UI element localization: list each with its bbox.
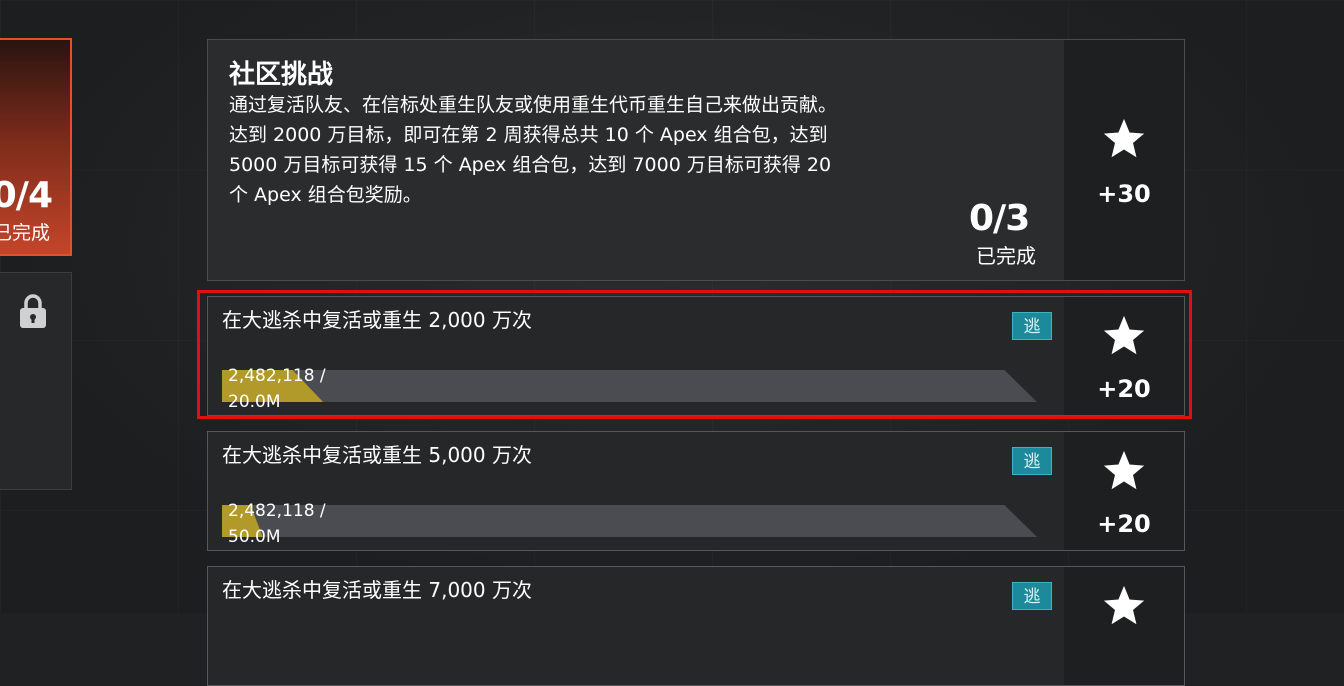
card-title: 社区挑战: [229, 60, 334, 90]
star-icon: [1103, 585, 1145, 625]
star-icon: [1103, 118, 1145, 158]
star-icon: [1103, 450, 1145, 490]
reward-value: +20: [1097, 510, 1151, 538]
progress-bar: [222, 505, 1037, 537]
side-status: 已完成: [0, 222, 50, 244]
card-description: 通过复活队友、在信标处重生队友或使用重生代币重生自己来做出贡献。达到 2000 …: [229, 94, 838, 206]
challenge-title: 在大逃杀中复活或重生 7,000 万次: [222, 578, 532, 602]
reward-column: +20: [1064, 432, 1184, 550]
completion-count: 0/3: [969, 198, 1030, 239]
challenge-row[interactable]: 在大逃杀中复活或重生 5,000 万次 逃 2,482,118 / 50.0M …: [207, 431, 1185, 551]
challenge-row[interactable]: 在大逃杀中复活或重生 7,000 万次 逃: [207, 566, 1185, 686]
progress-text: 2,482,118 / 50.0M: [228, 498, 326, 550]
completion-label: 已完成: [976, 244, 1036, 268]
progress-current: 2,482,118 /: [228, 501, 326, 521]
challenge-title: 在大逃杀中复活或重生 5,000 万次: [222, 443, 532, 467]
reward-column: [1064, 567, 1184, 685]
mode-tag: 逃: [1012, 447, 1052, 475]
reward-value: +30: [1097, 180, 1151, 208]
selection-highlight: [197, 290, 1192, 419]
reward-column: +30: [1064, 40, 1184, 280]
community-challenge-card[interactable]: 社区挑战 通过复活队友、在信标处重生队友或使用重生代币重生自己来做出贡献。达到 …: [207, 39, 1185, 281]
lock-icon: [20, 294, 46, 328]
side-count: 0/4: [0, 175, 53, 216]
mode-tag: 逃: [1012, 582, 1052, 610]
side-progress-card[interactable]: 0/4 已完成: [0, 38, 72, 256]
progress-target: 50.0M: [228, 527, 281, 547]
